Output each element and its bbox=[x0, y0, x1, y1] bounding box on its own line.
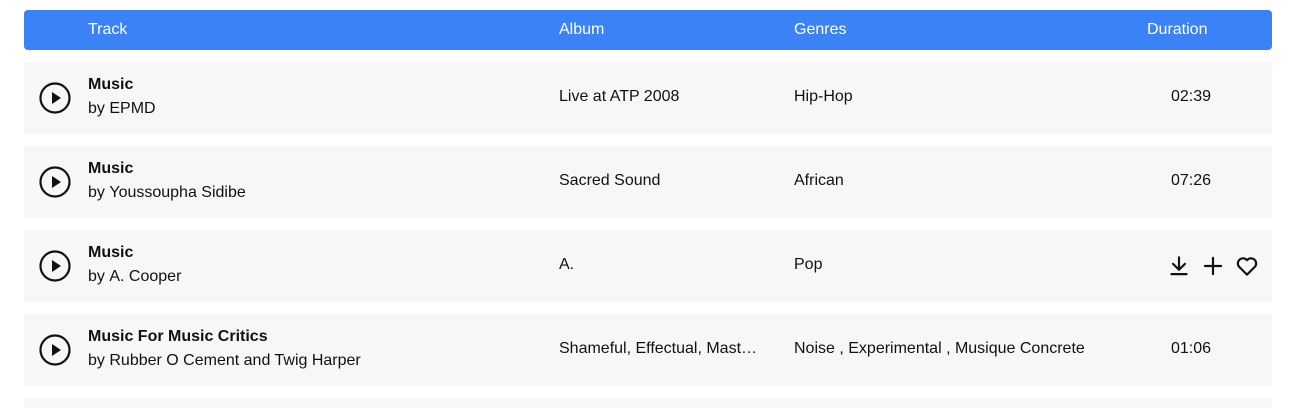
artist-link[interactable]: Youssoupha Sidibe bbox=[109, 184, 245, 201]
header-track: Track bbox=[88, 21, 128, 38]
track-title[interactable]: Music bbox=[88, 76, 133, 94]
track-row[interactable]: Music by A. Cooper A. Pop bbox=[24, 230, 1272, 302]
artist-link[interactable]: Rubber O Cement and Twig Harper bbox=[109, 352, 360, 369]
download-icon[interactable] bbox=[1166, 253, 1192, 279]
header-album: Album bbox=[559, 21, 605, 38]
by-label: by bbox=[88, 184, 105, 201]
track-byline: by A. Cooper bbox=[88, 268, 181, 286]
play-icon[interactable] bbox=[39, 334, 71, 366]
heart-icon[interactable] bbox=[1234, 253, 1260, 279]
duration-text: 02:39 bbox=[1171, 88, 1212, 105]
play-icon[interactable] bbox=[39, 82, 71, 114]
header-duration: Duration bbox=[1147, 21, 1208, 38]
duration-text: 01:06 bbox=[1171, 340, 1212, 357]
add-icon[interactable] bbox=[1200, 253, 1226, 279]
track-byline: by Youssoupha Sidibe bbox=[88, 184, 246, 202]
track-title[interactable]: Music For Music Critics bbox=[88, 328, 268, 346]
album-link[interactable]: Shameful, Effectual, Masterful bbox=[559, 340, 764, 358]
by-label: by bbox=[88, 100, 105, 117]
play-icon[interactable] bbox=[39, 250, 71, 282]
track-byline: by Rubber O Cement and Twig Harper bbox=[88, 352, 361, 370]
artist-link[interactable]: EPMD bbox=[109, 100, 155, 117]
track-row[interactable]: Music by Youssoupha Sidibe Sacred Sound … bbox=[24, 146, 1272, 218]
track-title[interactable]: Music bbox=[88, 244, 133, 262]
track-row[interactable]: Music by EPMD Live at ATP 2008 Hip-Hop 0… bbox=[24, 62, 1272, 134]
album-link[interactable]: A. bbox=[559, 256, 764, 274]
play-icon[interactable] bbox=[39, 166, 71, 198]
row-actions bbox=[1166, 252, 1260, 280]
album-link[interactable]: Live at ATP 2008 bbox=[559, 88, 764, 106]
genres-text: Hip-Hop bbox=[794, 88, 853, 105]
header-genres: Genres bbox=[794, 21, 847, 38]
track-row[interactable]: Music For Music Critics by Rubber O Ceme… bbox=[24, 314, 1272, 386]
track-title[interactable]: Music bbox=[88, 160, 133, 178]
genres-text: Pop bbox=[794, 256, 823, 273]
track-byline: by EPMD bbox=[88, 100, 156, 118]
by-label: by bbox=[88, 268, 105, 285]
genres-text: Noise , Experimental , Musique Concrete bbox=[794, 340, 1085, 357]
album-link[interactable]: Sacred Sound bbox=[559, 172, 764, 190]
genres-text: African bbox=[794, 172, 844, 189]
artist-link[interactable]: A. Cooper bbox=[109, 268, 181, 285]
duration-text: 07:26 bbox=[1171, 172, 1212, 189]
by-label: by bbox=[88, 352, 105, 369]
table-header: Track Album Genres Duration bbox=[24, 10, 1272, 50]
track-row-partial bbox=[24, 398, 1272, 408]
